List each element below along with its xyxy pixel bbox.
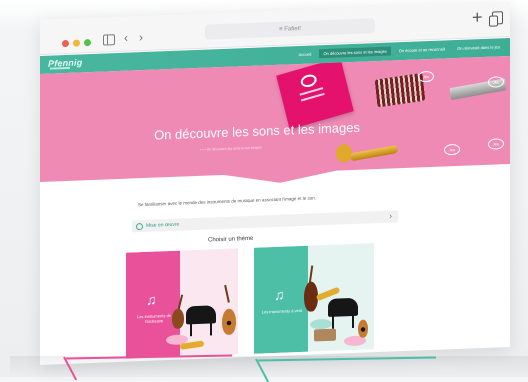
back-arrow-icon[interactable]: ‹ [124, 31, 128, 45]
nav-item-decouvre[interactable]: On découvre les sons et les images [319, 46, 391, 59]
trumpet-bell-image [336, 144, 352, 163]
violin-image [172, 308, 184, 329]
chevron-right-icon: › [389, 211, 392, 221]
resources-label: Mise en œuvre [146, 221, 180, 229]
piano-leg [190, 322, 192, 337]
trumpet-image [349, 144, 399, 162]
theme-heading: Choisir un thème [208, 235, 254, 244]
search-icon [136, 223, 143, 231]
game-badge[interactable]: Jeu [418, 70, 434, 83]
guitar-image [358, 319, 368, 338]
nav-item-accueil[interactable]: Accueil [295, 49, 316, 59]
game-badge[interactable]: Jeu [444, 143, 460, 156]
hero-banner: Jeu Jeu Jeu Jeu On découvre les sons et … [40, 55, 510, 182]
address-bar[interactable]: ≡ Fafiet! [205, 18, 375, 40]
theme-label: Les instruments à vent [261, 307, 303, 315]
nav-item-ecoute[interactable]: On écoute et on reconnaît [395, 44, 449, 55]
logo-underline [50, 66, 70, 70]
accordion-image [314, 328, 336, 342]
nav-item-jeu[interactable]: On réinvestit dans le jeu [453, 42, 504, 53]
music-note-icon: ♫ [146, 291, 157, 308]
piano-leg [352, 313, 354, 329]
game-badge[interactable]: Jeu [488, 138, 504, 150]
zoom-window-icon[interactable] [84, 39, 91, 47]
new-tab-icon[interactable]: + [472, 7, 483, 28]
minimize-window-icon[interactable] [73, 39, 80, 47]
theme-label: Les instruments de l'orchestre [137, 312, 171, 324]
hero-breadcrumb: • • • On découvre les sons et les images [200, 145, 263, 152]
guitar-image [222, 308, 236, 336]
theme-card-orchestre[interactable]: ♫ Les instruments de l'orchestre [126, 248, 238, 359]
hero-card-image [276, 57, 354, 130]
tab-overview-icon[interactable] [492, 11, 503, 25]
guitar-neck [224, 284, 230, 303]
browser-window: ‹ › ≡ Fafiet! + Pfennig Accueil On décou… [40, 1, 510, 365]
music-note-icon: ♫ [274, 286, 285, 304]
sidebar-toggle-icon[interactable] [103, 34, 115, 46]
resources-accordion[interactable]: Mise en œuvre › [132, 210, 398, 233]
intro-text: Se familiariser avec le monde des instru… [138, 195, 316, 208]
piano-leg [332, 314, 334, 329]
theme-card-vent[interactable]: ♫ Les instruments à vent [254, 243, 374, 354]
theme-panel: ♫ Les instruments à vent [254, 245, 308, 354]
hero-title: On découvre les sons et les images [154, 119, 360, 143]
address-text: ≡ Fafiet! [279, 25, 301, 33]
piano-leg [210, 321, 212, 336]
forward-arrow-icon[interactable]: › [139, 30, 143, 44]
close-window-icon[interactable] [62, 39, 69, 48]
